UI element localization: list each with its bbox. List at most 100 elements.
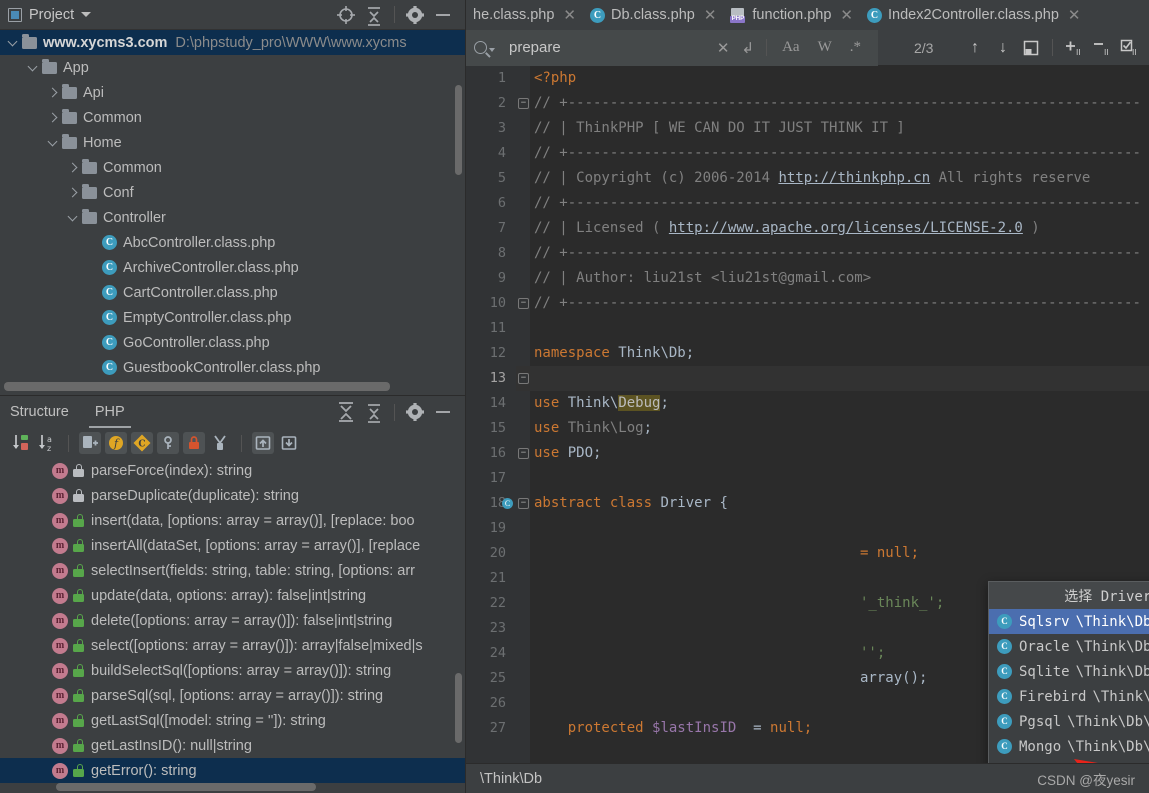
- tab-php[interactable]: PHP: [93, 399, 127, 425]
- code-line[interactable]: use Think\Debug;: [530, 391, 1149, 416]
- structure-member-row[interactable]: mparseSql(sql, [options: array = array()…: [0, 683, 465, 708]
- show-constants-icon[interactable]: C: [131, 432, 153, 454]
- toggle-filter-icon[interactable]: II: [1117, 35, 1143, 61]
- code-line[interactable]: // | Author: liu21st <liu21st@gmail.com>: [530, 266, 1149, 291]
- popup-item-list[interactable]: CSqlsrv\Think\Db\DriverCOracle\Think\Db\…: [989, 609, 1149, 763]
- code-line[interactable]: [530, 516, 1149, 541]
- popup-item[interactable]: CPgsql\Think\Db\Driver: [989, 709, 1149, 734]
- structure-member-list[interactable]: mparseForce(index): stringmparseDuplicat…: [0, 458, 465, 793]
- close-icon[interactable]: ✕: [1068, 6, 1081, 24]
- minimize-icon[interactable]: [432, 4, 454, 26]
- code-line[interactable]: abstract class Driver {: [530, 491, 1149, 516]
- sort-alphabetically-icon[interactable]: az: [36, 432, 58, 454]
- tree-vertical-scrollbar[interactable]: [455, 85, 462, 175]
- expand-all-icon[interactable]: [335, 401, 357, 423]
- gear-icon[interactable]: [404, 401, 426, 423]
- code-line[interactable]: // +------------------------------------…: [530, 291, 1149, 316]
- code-line[interactable]: use Think\Log;: [530, 416, 1149, 441]
- editor-tab[interactable]: CIndex2Controller.class.php✕: [860, 0, 1087, 30]
- prev-match-icon[interactable]: ↑: [962, 35, 988, 61]
- close-icon[interactable]: ✕: [563, 6, 576, 24]
- collapse-all-icon[interactable]: [363, 401, 385, 423]
- project-file-tree[interactable]: www.xycms3.com D:\phpstudy_pro\WWW\www.x…: [0, 30, 465, 395]
- structure-member-row[interactable]: mgetError(): string: [0, 758, 465, 783]
- show-non-public-icon[interactable]: [183, 432, 205, 454]
- code-line[interactable]: // +------------------------------------…: [530, 91, 1149, 116]
- editor-tab[interactable]: CDb.class.php✕: [583, 0, 723, 30]
- popup-item[interactable]: COracle\Think\Db\Driver: [989, 634, 1149, 659]
- tree-row[interactable]: CArchiveController.class.php: [0, 255, 465, 280]
- structure-member-row[interactable]: mupdate(data, options: array): false|int…: [0, 583, 465, 608]
- popup-item[interactable]: CMysql\Think\Db\Driver: [989, 759, 1149, 763]
- popup-item[interactable]: CSqlite\Think\Db\Driver: [989, 659, 1149, 684]
- fold-collapse-icon[interactable]: −: [518, 498, 529, 509]
- tab-structure[interactable]: Structure: [8, 399, 71, 425]
- structure-member-row[interactable]: mbuildSelectSql([options: array = array(…: [0, 658, 465, 683]
- structure-member-row[interactable]: minsert(data, [options: array = array()]…: [0, 508, 465, 533]
- show-functions-icon[interactable]: f: [105, 432, 127, 454]
- locate-icon[interactable]: [335, 4, 357, 26]
- show-inherited-icon[interactable]: [209, 432, 231, 454]
- collapse-all-icon[interactable]: [363, 4, 385, 26]
- show-properties-icon[interactable]: [157, 432, 179, 454]
- gear-icon[interactable]: [404, 4, 426, 26]
- tree-row[interactable]: CGoController.class.php: [0, 330, 465, 355]
- tree-row-root[interactable]: www.xycms3.com D:\phpstudy_pro\WWW\www.x…: [0, 30, 465, 55]
- code-editor[interactable]: <?php// +-------------------------------…: [466, 66, 1149, 763]
- editor-tab[interactable]: PHPfunction.php✕: [723, 0, 860, 30]
- fold-gutter[interactable]: [516, 66, 530, 763]
- next-match-icon[interactable]: ↓: [990, 35, 1016, 61]
- breadcrumb[interactable]: \Think\Db: [480, 771, 542, 787]
- structure-member-row[interactable]: mparseForce(index): string: [0, 458, 465, 483]
- class-marker-icon[interactable]: C: [502, 498, 513, 509]
- code-line[interactable]: use PDO;: [530, 441, 1149, 466]
- fold-collapse-icon[interactable]: −: [518, 373, 529, 384]
- structure-horizontal-scrollbar[interactable]: [56, 783, 316, 791]
- fold-end-icon[interactable]: −: [518, 298, 529, 309]
- chevron-right-icon[interactable]: [66, 186, 80, 200]
- search-input[interactable]: prepare: [509, 39, 711, 56]
- code-line[interactable]: // +------------------------------------…: [530, 141, 1149, 166]
- return-icon[interactable]: ↲: [742, 39, 755, 57]
- chevron-down-icon[interactable]: [66, 211, 80, 225]
- popup-item[interactable]: CMongo\Think\Db\Driver: [989, 734, 1149, 759]
- show-superclasses-icon[interactable]: [252, 432, 274, 454]
- structure-member-row[interactable]: mdelete([options: array = array()]): fal…: [0, 608, 465, 633]
- structure-vertical-scrollbar[interactable]: [455, 673, 462, 743]
- fold-end-icon[interactable]: −: [518, 448, 529, 459]
- tree-row[interactable]: Conf: [0, 180, 465, 205]
- tree-row[interactable]: Common: [0, 105, 465, 130]
- code-line[interactable]: = null;: [530, 541, 1149, 566]
- code-line[interactable]: // | Copyright (c) 2006-2014 http://thin…: [530, 166, 1149, 191]
- remove-filter-icon[interactable]: II: [1089, 35, 1115, 61]
- structure-member-row[interactable]: minsertAll(dataSet, [options: array = ar…: [0, 533, 465, 558]
- tree-row[interactable]: App: [0, 55, 465, 80]
- tree-horizontal-scrollbar[interactable]: [4, 382, 390, 391]
- select-all-occurrences-icon[interactable]: [1018, 35, 1044, 61]
- structure-member-row[interactable]: mselect([options: array = array()]): arr…: [0, 633, 465, 658]
- editor-tab[interactable]: he.class.php✕: [466, 0, 583, 30]
- code-line[interactable]: // +------------------------------------…: [530, 191, 1149, 216]
- code-line[interactable]: // +------------------------------------…: [530, 241, 1149, 266]
- chevron-down-icon[interactable]: [46, 136, 60, 150]
- tree-row[interactable]: CGuestbookController.class.php: [0, 355, 465, 380]
- chevron-down-icon[interactable]: [489, 48, 495, 52]
- chevron-right-icon[interactable]: [46, 86, 60, 100]
- sort-by-visibility-icon[interactable]: [10, 432, 32, 454]
- editor-tab-bar[interactable]: he.class.php✕CDb.class.php✕PHPfunction.p…: [466, 0, 1149, 30]
- tree-row[interactable]: Common: [0, 155, 465, 180]
- structure-member-row[interactable]: mselectInsert(fields: string, table: str…: [0, 558, 465, 583]
- code-line[interactable]: [530, 466, 1149, 491]
- code-line[interactable]: namespace Think\Db;: [530, 341, 1149, 366]
- tree-row[interactable]: Controller: [0, 205, 465, 230]
- tree-row[interactable]: Home: [0, 130, 465, 155]
- regex-icon[interactable]: .*: [850, 39, 861, 56]
- fold-collapse-icon[interactable]: −: [518, 98, 529, 109]
- code-line[interactable]: // | Licensed ( http://www.apache.org/li…: [530, 216, 1149, 241]
- close-icon[interactable]: ✕: [840, 6, 853, 24]
- tree-row[interactable]: CCartController.class.php: [0, 280, 465, 305]
- minimize-icon[interactable]: [432, 401, 454, 423]
- select-subclass-popup[interactable]: 选择 Driver 的子类 CSqlsrv\Think\Db\DriverCOr…: [988, 581, 1149, 763]
- chevron-down-icon[interactable]: [6, 36, 20, 50]
- close-icon[interactable]: ✕: [717, 39, 730, 57]
